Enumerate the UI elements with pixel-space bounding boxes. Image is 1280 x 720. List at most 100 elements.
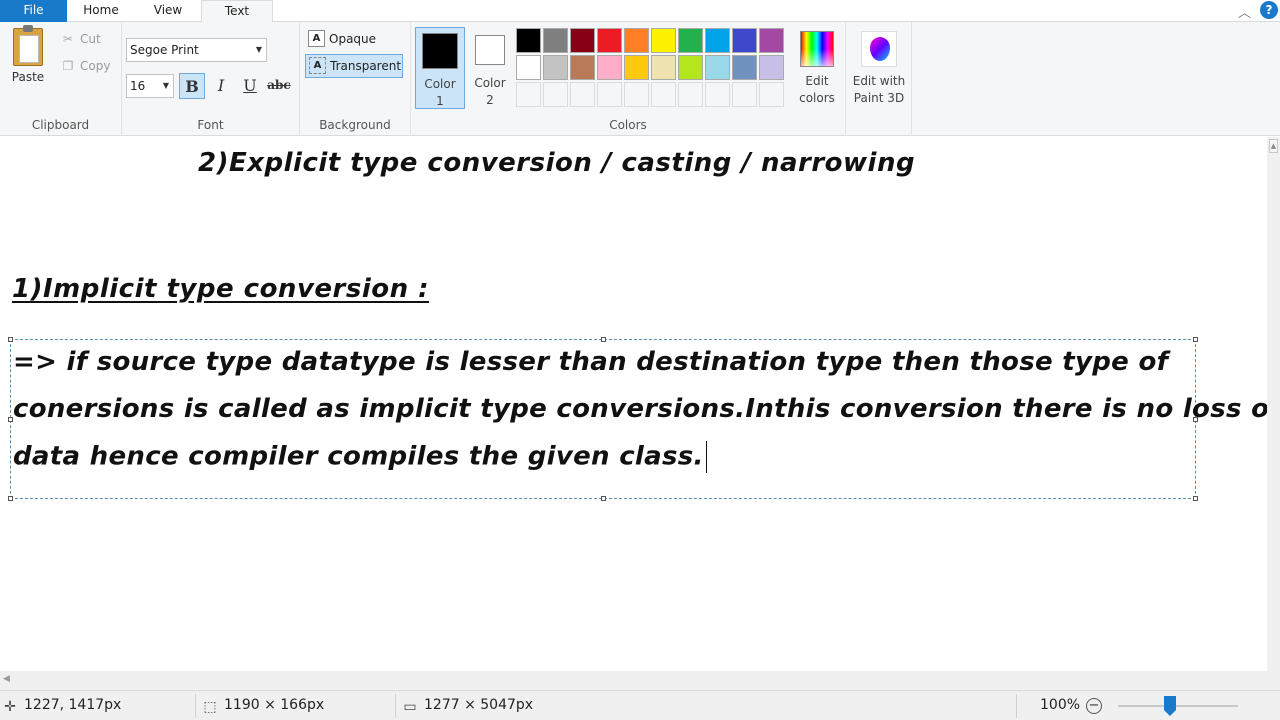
zoom-slider-track[interactable]: [1118, 705, 1238, 707]
palette-custom-slot[interactable]: [732, 82, 757, 107]
text-line: conersions is called as implicit type co…: [13, 394, 1267, 424]
copy-button[interactable]: ❐ Copy: [60, 59, 111, 73]
palette-swatch[interactable]: [570, 55, 595, 80]
status-divider: [195, 694, 196, 718]
ribbon: Paste ✂ Cut ❐ Copy Clipboard Segoe Print ▼…: [0, 22, 1280, 136]
resize-handle-bottom-left[interactable]: [8, 496, 13, 501]
vertical-scrollbar[interactable]: ▲: [1267, 137, 1280, 671]
palette-swatch[interactable]: [624, 28, 649, 53]
resize-handle-top[interactable]: [601, 337, 606, 342]
dropdown-arrow-icon: ▼: [255, 45, 262, 54]
palette-swatch[interactable]: [597, 28, 622, 53]
status-divider: [395, 694, 396, 718]
tab-home[interactable]: Home: [67, 0, 135, 22]
palette-custom-slot[interactable]: [570, 82, 595, 107]
palette-swatch[interactable]: [570, 28, 595, 53]
color2-number: 2: [486, 93, 494, 107]
cut-button[interactable]: ✂ Cut: [60, 32, 101, 46]
opaque-button[interactable]: A Opaque: [305, 28, 403, 52]
palette-swatch[interactable]: [543, 28, 568, 53]
palette-swatch[interactable]: [624, 55, 649, 80]
font-size-value: 16: [130, 79, 146, 93]
palette-swatch[interactable]: [705, 55, 730, 80]
paste-button[interactable]: Paste: [8, 25, 48, 84]
font-size-select[interactable]: 16 ▼: [126, 74, 174, 98]
font-family-select[interactable]: Segoe Print ▼: [126, 38, 267, 62]
zoom-slider-thumb[interactable]: [1164, 696, 1176, 716]
cut-label: Cut: [80, 32, 101, 46]
palette-swatch[interactable]: [651, 28, 676, 53]
clipboard-icon: [13, 25, 43, 66]
chevron-up-icon[interactable]: ︿: [1238, 2, 1251, 21]
selection-size: ⬚ 1190 × 166px: [202, 697, 324, 714]
palette-swatch[interactable]: [516, 55, 541, 80]
edit-with-paint3d-button[interactable]: Edit with Paint 3D: [848, 27, 910, 107]
scroll-left-icon[interactable]: ◀: [3, 674, 10, 684]
paint3d-icon: [861, 31, 897, 67]
color1-button[interactable]: Color 1: [415, 27, 465, 109]
palette-custom-slot[interactable]: [678, 82, 703, 107]
help-icon[interactable]: ?: [1260, 1, 1278, 19]
zoom-level: 100%: [1040, 697, 1081, 713]
opaque-icon: A: [308, 30, 325, 47]
cursor-position: ✛ 1227, 1417px: [2, 697, 121, 714]
tab-text[interactable]: Text: [201, 0, 273, 23]
resize-handle-top-right[interactable]: [1193, 337, 1198, 342]
image-size: ▭ 1277 × 5047px: [402, 697, 533, 714]
italic-button[interactable]: I: [208, 73, 234, 99]
colors-group: Color 1 Color 2 Edit colors Colors: [411, 22, 846, 136]
paint3d-label-2: Paint 3D: [853, 91, 905, 105]
palette-custom-slot[interactable]: [543, 82, 568, 107]
palette-custom-slot[interactable]: [624, 82, 649, 107]
text-line: => if source type datatype is lesser tha…: [13, 347, 1169, 377]
drawing-canvas[interactable]: 2)Explicit type conversion / casting / n…: [0, 137, 1267, 671]
palette-swatch[interactable]: [597, 55, 622, 80]
resize-handle-top-left[interactable]: [8, 337, 13, 342]
color2-swatch: [475, 35, 505, 65]
palette-swatch[interactable]: [759, 55, 784, 80]
palette-swatch[interactable]: [678, 55, 703, 80]
palette-swatch[interactable]: [732, 55, 757, 80]
clipboard-group: Paste ✂ Cut ❐ Copy Clipboard: [0, 22, 122, 136]
horizontal-scrollbar[interactable]: ◀: [0, 671, 1280, 690]
tab-view[interactable]: View: [135, 0, 201, 22]
resize-handle-bottom[interactable]: [601, 496, 606, 501]
palette-custom-slot[interactable]: [705, 82, 730, 107]
resize-handle-bottom-right[interactable]: [1193, 496, 1198, 501]
image-size-icon: ▭: [403, 699, 417, 715]
palette-swatch[interactable]: [705, 28, 730, 53]
colors-group-label: Colors: [609, 118, 647, 132]
palette-swatch[interactable]: [678, 28, 703, 53]
palette-custom-slot[interactable]: [651, 82, 676, 107]
palette-swatch[interactable]: [732, 28, 757, 53]
palette-swatch[interactable]: [543, 55, 568, 80]
palette-swatch[interactable]: [759, 28, 784, 53]
copy-label: Copy: [80, 59, 111, 73]
scroll-up-icon[interactable]: ▲: [1269, 139, 1278, 153]
dropdown-arrow-icon: ▼: [162, 81, 169, 90]
strikethrough-button[interactable]: abc: [266, 73, 292, 99]
edit-colors-button[interactable]: Edit colors: [791, 27, 843, 107]
text-line: data hence compiler compiles the given c…: [13, 441, 704, 472]
text-box[interactable]: => if source type datatype is lesser tha…: [8, 337, 1267, 501]
palette-custom-slot[interactable]: [759, 82, 784, 107]
bold-button[interactable]: B: [179, 73, 205, 99]
underline-button[interactable]: U: [237, 73, 263, 99]
edit-colors-label-1: Edit: [805, 74, 829, 88]
cursor-position-value: 1227, 1417px: [24, 697, 122, 713]
palette-custom-slot[interactable]: [597, 82, 622, 107]
background-group: A Opaque A Transparent Background: [300, 22, 411, 136]
color1-label: Color: [424, 77, 456, 91]
palette-swatch[interactable]: [651, 55, 676, 80]
ribbon-tab-strip: File Home View Text ︿ ?: [0, 0, 1280, 23]
color2-button[interactable]: Color 2: [465, 27, 515, 109]
zoom-out-icon[interactable]: −: [1086, 698, 1102, 714]
palette-swatch[interactable]: [516, 28, 541, 53]
palette-custom-slot[interactable]: [516, 82, 541, 107]
tab-file[interactable]: File: [0, 0, 67, 22]
status-bar: ✛ 1227, 1417px ⬚ 1190 × 166px ▭ 1277 × 5047…: [0, 690, 1280, 720]
crosshair-icon: ✛: [4, 699, 16, 715]
transparent-label: Transparent: [330, 59, 402, 73]
background-group-label: Background: [319, 118, 391, 132]
transparent-button[interactable]: A Transparent: [305, 54, 403, 78]
